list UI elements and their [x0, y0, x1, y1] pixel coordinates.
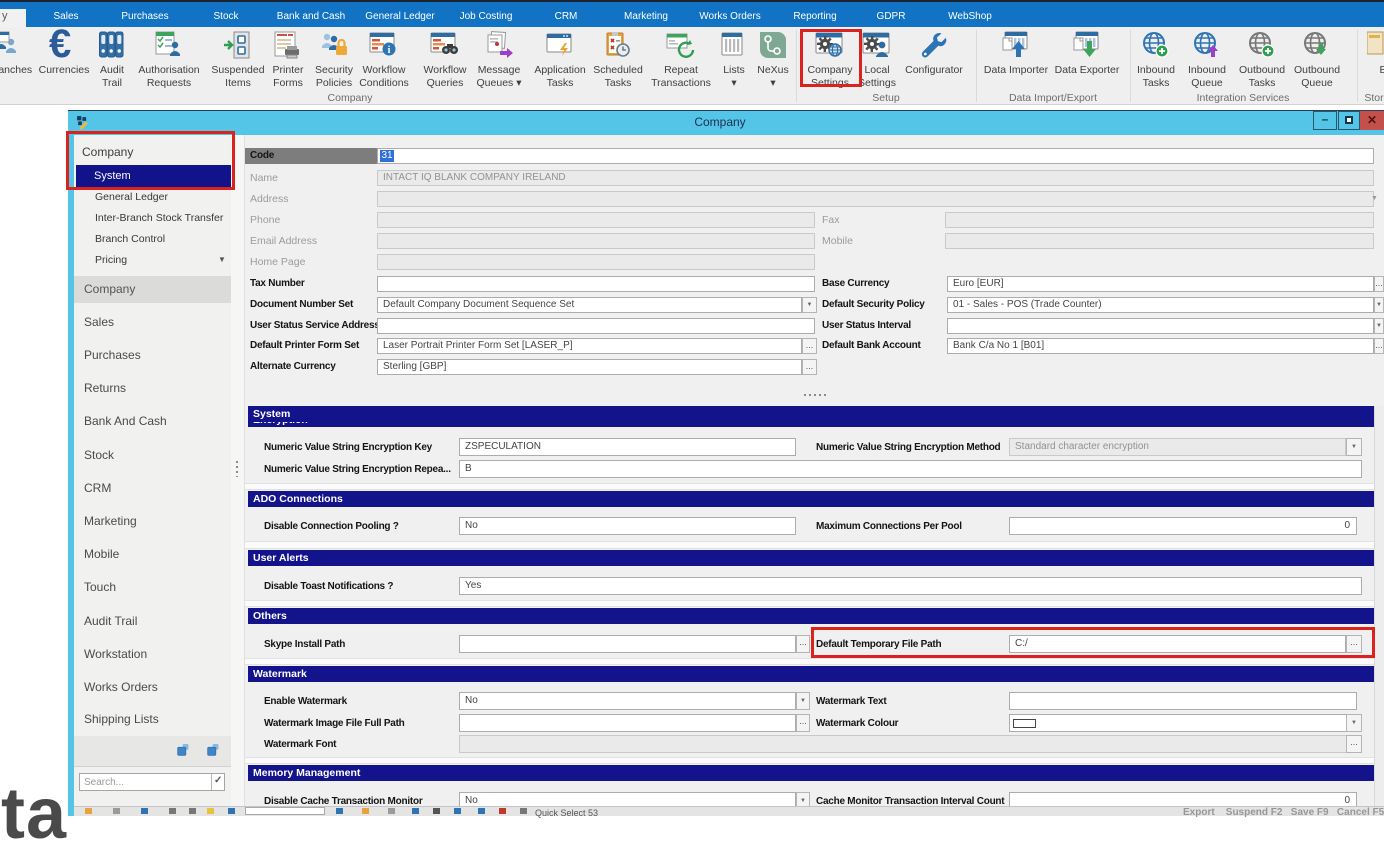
svg-text:i: i: [388, 45, 391, 56]
